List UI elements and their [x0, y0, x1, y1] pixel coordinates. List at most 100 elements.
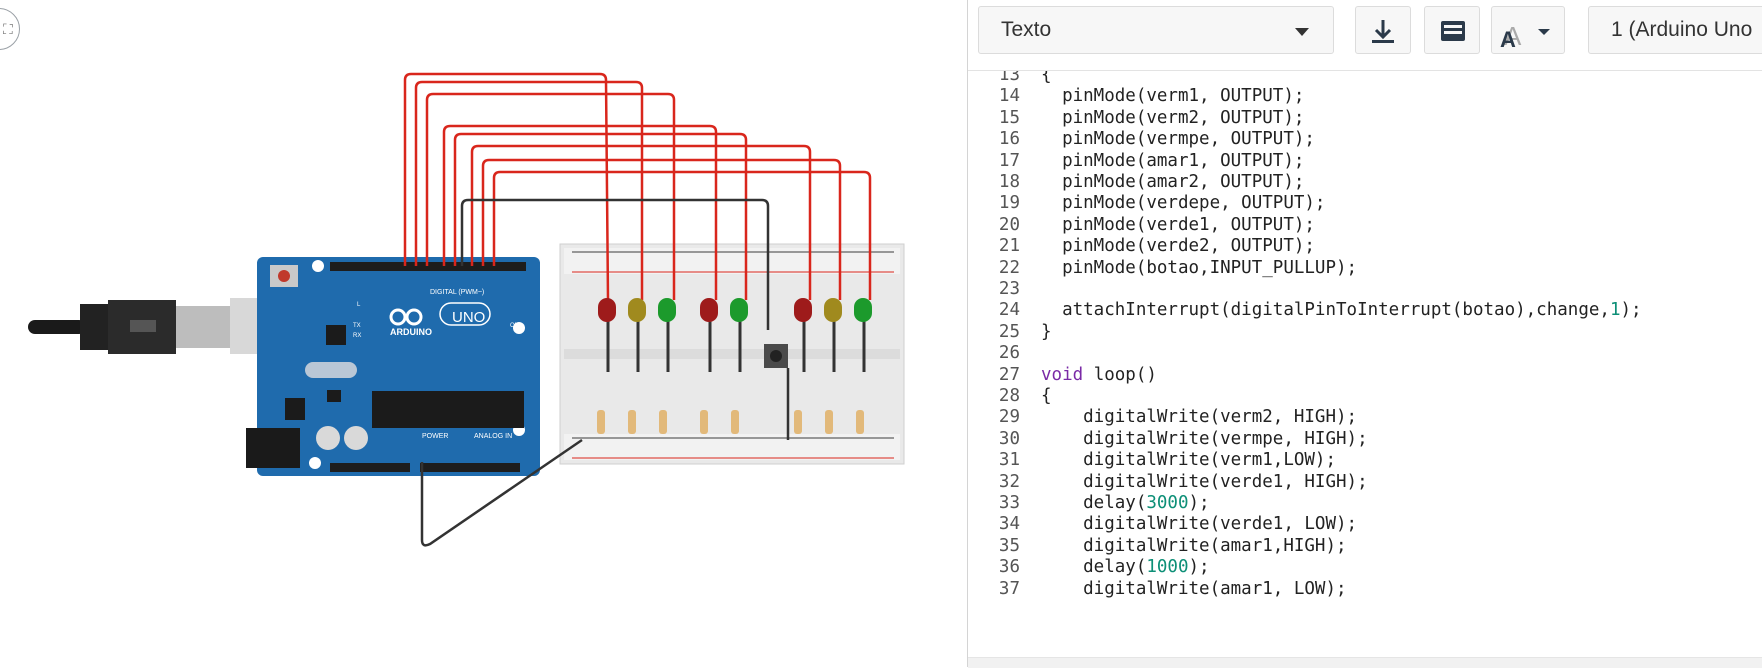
code-text: digitalWrite(amar1,HIGH); [1041, 535, 1347, 556]
line-number: 32 [998, 471, 1020, 492]
code-token: digitalWrite(vermpe, HIGH); [1041, 428, 1368, 449]
line-number: 17 [998, 150, 1020, 171]
line-number: 31 [998, 450, 1020, 471]
code-token: { [1041, 71, 1052, 85]
code-token: 1 [1609, 300, 1621, 321]
code-token: attachInterrupt(digitalPinToInterrupt(bo… [1041, 300, 1610, 321]
board-model-label: UNO [452, 309, 485, 326]
horizontal-scrollbar[interactable] [968, 657, 1762, 668]
code-text: { [1041, 71, 1052, 85]
code-token: ); [1620, 300, 1642, 321]
line-number: 22 [998, 257, 1020, 278]
code-token: digitalWrite(amar1,HIGH); [1041, 535, 1347, 556]
code-token: 1000 [1146, 557, 1189, 578]
line-number: 15 [998, 107, 1020, 128]
code-text: pinMode(verm2, OUTPUT); [1041, 108, 1304, 128]
code-token: } [1041, 321, 1052, 342]
resistor [856, 410, 864, 434]
code-text: digitalWrite(verde1, LOW); [1041, 514, 1357, 534]
code-token: pinMode(vermpe, OUTPUT); [1041, 129, 1315, 150]
code-mode-dropdown[interactable]: Texto [978, 6, 1334, 54]
line-number: 34 [998, 514, 1020, 535]
resistor [628, 410, 636, 434]
line-number: 26 [998, 343, 1020, 364]
code-text: void loop() [1041, 365, 1157, 385]
line-number: 33 [998, 493, 1020, 513]
line-number: 13 [998, 71, 1020, 85]
rx-led-label: RX [353, 333, 361, 339]
code-token: delay( [1041, 493, 1147, 513]
line-number: 24 [998, 300, 1020, 321]
svg-text:A: A [1500, 27, 1516, 52]
code-text: digitalWrite(verm1,LOW); [1041, 450, 1336, 470]
code-token: digitalWrite(verde1, HIGH); [1041, 471, 1368, 492]
libraries-button[interactable] [1424, 6, 1480, 54]
resistor [597, 410, 605, 434]
code-token: loop() [1083, 364, 1157, 385]
code-token: digitalWrite(amar1, LOW); [1041, 578, 1347, 599]
usb-cable[interactable] [28, 298, 282, 354]
code-text: digitalWrite(verm2, HIGH); [1041, 407, 1357, 427]
code-token: ); [1188, 493, 1210, 513]
push-button[interactable] [764, 344, 788, 368]
code-text: digitalWrite(vermpe, HIGH); [1041, 428, 1368, 449]
line-number: 18 [998, 172, 1020, 192]
code-text: pinMode(amar2, OUTPUT); [1041, 172, 1304, 192]
code-token: pinMode(verm1, OUTPUT); [1041, 86, 1305, 107]
code-token: delay( [1041, 557, 1147, 578]
font-size-button[interactable]: A A [1491, 6, 1565, 54]
device-label: 1 (Arduino Uno [1611, 18, 1753, 41]
code-mode-label: Texto [1001, 18, 1052, 41]
chevron-down-icon [1295, 28, 1309, 36]
code-text: delay(1000); [1041, 557, 1209, 578]
arduino-uno-board[interactable]: ARDUINO UNO DIGITAL (PWM~) POWER ANALOG … [246, 257, 540, 476]
line-number: 35 [998, 535, 1020, 556]
code-text: { [1041, 386, 1052, 406]
resistor [700, 410, 708, 434]
code-token: digitalWrite(verde1, LOW); [1041, 514, 1358, 535]
code-panel: Texto A A 1 (Arduino Uno 13 {14 pinMode… [968, 0, 1762, 668]
code-text: } [1041, 322, 1052, 342]
code-token: void [1041, 364, 1084, 385]
device-dropdown[interactable]: 1 (Arduino Uno [1588, 6, 1762, 54]
code-text: delay(3000); [1041, 493, 1210, 513]
code-token: pinMode(verm2, OUTPUT); [1041, 107, 1305, 128]
circuit-diagram: ARDUINO UNO DIGITAL (PWM~) POWER ANALOG … [28, 72, 905, 547]
code-text: pinMode(verm1, OUTPUT); [1041, 86, 1304, 106]
code-text: pinMode(verde1, OUTPUT); [1041, 215, 1315, 235]
code-token: { [1041, 386, 1052, 406]
font-size-icon: A A [1500, 21, 1550, 52]
line-number: 27 [998, 364, 1020, 385]
fit-view-icon: ⛶ [3, 22, 13, 38]
code-text: pinMode(vermpe, OUTPUT); [1041, 129, 1315, 149]
line-number: 28 [998, 386, 1020, 406]
line-number: 23 [998, 279, 1020, 299]
circuit-canvas[interactable]: ⛶ ARDUINO UNO DIGITAL (PWM~) POWER ANALO… [0, 0, 967, 667]
code-editor[interactable]: 13 {14 pinMode(verm1, OUTPUT); 15 pinMode(… [968, 71, 1762, 657]
download-button[interactable] [1355, 6, 1411, 54]
on-led-label: ON [510, 323, 519, 329]
code-token: pinMode(amar1, OUTPUT); [1041, 150, 1305, 171]
line-number: 25 [998, 321, 1020, 342]
library-icon [1441, 21, 1465, 41]
code-token: pinMode(verde1, OUTPUT); [1041, 214, 1315, 235]
line-number: 30 [998, 428, 1020, 449]
code-token: pinMode(verde2, OUTPUT); [1041, 236, 1315, 257]
analog-in-label: ANALOG IN [474, 433, 512, 440]
board-brand-label: ARDUINO [390, 327, 432, 337]
line-number: 14 [998, 86, 1020, 107]
code-text: pinMode(botao,INPUT_PULLUP); [1041, 258, 1357, 278]
line-number: 36 [998, 557, 1020, 578]
download-icon [1372, 20, 1394, 43]
code-toolbar: Texto A A 1 (Arduino Uno [968, 0, 1762, 71]
code-text: digitalWrite(verde1, HIGH); [1041, 471, 1368, 492]
resistor [794, 410, 802, 434]
digital-pins-label: DIGITAL (PWM~) [430, 289, 484, 296]
code-text: digitalWrite(amar1, LOW); [1041, 578, 1347, 599]
code-token: pinMode(botao,INPUT_PULLUP); [1041, 257, 1358, 278]
power-label: POWER [422, 433, 448, 440]
code-token: digitalWrite(verm2, HIGH); [1041, 407, 1358, 428]
line-number: 21 [998, 236, 1020, 257]
code-text: pinMode(verdepe, OUTPUT); [1041, 193, 1325, 213]
line-number: 16 [998, 129, 1020, 150]
